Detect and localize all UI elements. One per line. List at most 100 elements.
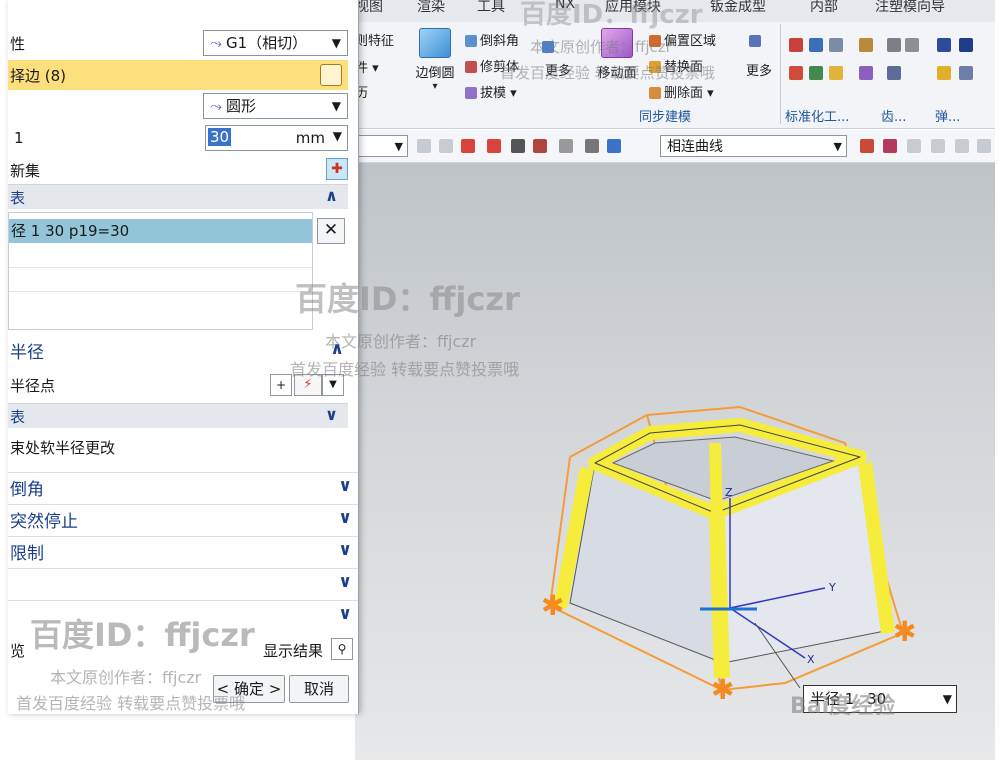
continuity-select[interactable]: ⤳ G1（相切） ▼: [203, 30, 348, 56]
offset-region-button[interactable]: 偏置区域: [649, 30, 716, 49]
tab-app[interactable]: 应用模块: [605, 0, 661, 16]
snap-icon-1[interactable]: [417, 139, 431, 153]
std-tool-1-icon[interactable]: [789, 38, 803, 52]
edge-blend-dropdown-icon: ▾: [432, 81, 438, 92]
tab-internal[interactable]: 内部: [810, 0, 838, 16]
select-point-icon[interactable]: [487, 139, 501, 153]
chamfer-button[interactable]: 倒斜角: [465, 30, 519, 49]
section-4[interactable]: ∨: [8, 568, 358, 597]
delete-face-icon: [649, 87, 661, 99]
tab-mold[interactable]: 注塑模向导: [875, 0, 945, 16]
more2-label: 更多: [745, 64, 772, 79]
arc-icon[interactable]: [977, 139, 991, 153]
tab-tools[interactable]: 工具: [477, 0, 505, 16]
delete-face-button[interactable]: 删除面 ▾: [649, 82, 714, 101]
point-dialog-icon[interactable]: +: [270, 374, 292, 396]
sync-refresh-icon[interactable]: [749, 34, 764, 49]
section-stop[interactable]: 突然停止 ∨: [8, 504, 358, 533]
select-edge-row[interactable]: 择边 (8): [8, 60, 348, 90]
list-item[interactable]: 径 1 30 p19=30: [9, 219, 312, 243]
more1-label: 更多: [544, 64, 571, 79]
shape-select[interactable]: ⤳ 圆形 ▼: [203, 93, 348, 119]
spring-tool-1-icon[interactable]: [937, 38, 951, 52]
ok-button[interactable]: < 确定 >: [213, 675, 285, 703]
curve-rule-select[interactable]: 相连曲线 ▼: [660, 135, 847, 157]
std-tool-2-icon[interactable]: [809, 38, 823, 52]
section-limit[interactable]: 限制 ∨: [8, 536, 358, 565]
continuity-label: 性: [10, 35, 26, 53]
line-icon-2[interactable]: [955, 139, 969, 153]
std-tool-3-icon[interactable]: [829, 38, 843, 52]
group-gear-label[interactable]: 齿...: [881, 106, 906, 125]
show-result-label[interactable]: 显示结果: [263, 640, 323, 661]
offset-region-icon: [649, 35, 661, 47]
draft-button[interactable]: 拔模 ▾: [465, 82, 517, 101]
line-icon-1[interactable]: [931, 139, 945, 153]
trim-body-button[interactable]: 修剪体: [465, 56, 519, 75]
select-type-icon[interactable]: [461, 139, 475, 153]
list-item-text: 径 1 30 p19=30: [11, 222, 130, 240]
select-edge-icon[interactable]: [511, 139, 525, 153]
tab-sheetmetal[interactable]: 钣金成型: [710, 0, 766, 16]
gear-tool-5-icon[interactable]: [887, 66, 901, 80]
snap-icon-2[interactable]: [439, 139, 453, 153]
radius-onscreen-input[interactable]: 半径 1 30 ▼: [803, 685, 957, 713]
gear-tool-2-icon[interactable]: [859, 66, 873, 80]
tab-view[interactable]: 视图: [355, 0, 383, 16]
select-face-icon[interactable]: [533, 139, 547, 153]
edge-blend-button[interactable]: 边倒圆 ▾: [407, 28, 463, 92]
radius-input[interactable]: 30 mm ▼: [205, 125, 348, 151]
graphics-viewport[interactable]: Y X Z ✱ ✱ ✱ 半径 1 30 ▼: [355, 163, 995, 760]
add-set-icon[interactable]: ✚: [326, 158, 348, 180]
section-corner[interactable]: 倒角 ∨: [8, 472, 358, 501]
corner-point-marker[interactable]: ✱: [541, 589, 564, 622]
corner-point-marker[interactable]: ✱: [711, 673, 734, 706]
spring-tool-3-icon[interactable]: [937, 66, 951, 80]
feature-label: 则特征: [355, 34, 395, 49]
view-icon[interactable]: [585, 139, 599, 153]
preview-row: 览 显示结果 ⚲: [8, 636, 358, 664]
std-tool-4-icon[interactable]: [789, 66, 803, 80]
gear-tool-4-icon[interactable]: [905, 38, 919, 52]
chevron-down-icon: ▼: [332, 129, 342, 143]
set-list[interactable]: 径 1 30 p19=30: [8, 212, 313, 330]
replace-face-button[interactable]: 替换面: [649, 56, 703, 75]
spring-tool-4-icon[interactable]: [959, 66, 973, 80]
variable-radius-header[interactable]: 半径 ∧: [8, 336, 358, 364]
magnifier-icon[interactable]: ⚲: [331, 638, 353, 660]
shell-icon: [542, 41, 554, 53]
list-section-header-2[interactable]: 表 ∨: [8, 403, 348, 428]
move-face-button[interactable]: 移动面: [591, 28, 643, 81]
remove-icon[interactable]: ✕: [317, 218, 345, 244]
cube-select-icon[interactable]: [320, 64, 342, 86]
chevron-down-icon[interactable]: ▼: [322, 374, 344, 396]
stop-at-intersection-icon[interactable]: [860, 139, 874, 153]
follow-fillet-icon[interactable]: [883, 139, 897, 153]
tab-nx[interactable]: NX: [555, 0, 575, 12]
onscreen-radius-label: 半径 1: [810, 690, 855, 708]
group-spring-label[interactable]: 弹...: [935, 106, 960, 125]
chain-icon[interactable]: [907, 139, 921, 153]
chevron-up-icon: ∧: [325, 186, 338, 205]
std-tool-5-icon[interactable]: [809, 66, 823, 80]
group-std-label[interactable]: 标准化工...: [785, 106, 849, 125]
x-axis-label: X: [807, 653, 815, 666]
more-button-2[interactable]: 更多: [739, 60, 779, 79]
corner-setback-row[interactable]: 束处软半径更改: [8, 435, 358, 461]
filter-combo[interactable]: ▼: [353, 135, 408, 157]
sync-small-icon[interactable]: [542, 40, 557, 55]
section-5[interactable]: ∨: [8, 600, 358, 629]
std-tool-6-icon[interactable]: [829, 66, 843, 80]
cancel-button[interactable]: 取消: [289, 675, 349, 703]
feature-button[interactable]: 则特征: [355, 30, 394, 49]
tab-render[interactable]: 渲染: [417, 0, 445, 16]
inferred-point-icon[interactable]: ⚡: [294, 374, 322, 396]
box-select-icon[interactable]: [559, 139, 573, 153]
more-button-1[interactable]: 更多: [538, 60, 578, 79]
spring-tool-2-icon[interactable]: [959, 38, 973, 52]
list-section-header[interactable]: 表 ∧: [8, 184, 348, 209]
body-icon[interactable]: [607, 139, 621, 153]
gear-tool-1-icon[interactable]: [859, 38, 873, 52]
corner-point-marker[interactable]: ✱: [893, 615, 916, 648]
gear-tool-3-icon[interactable]: [887, 38, 901, 52]
